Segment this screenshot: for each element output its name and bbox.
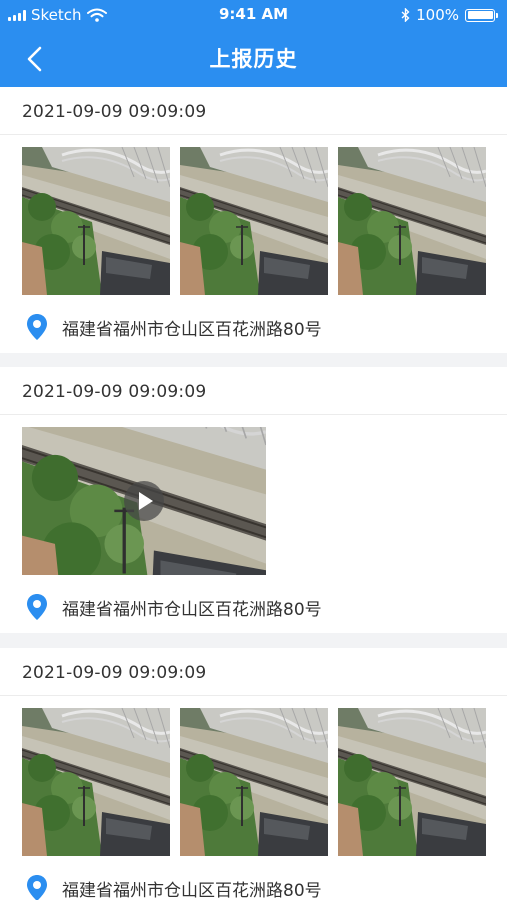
- report-photo[interactable]: [338, 708, 486, 856]
- report-video[interactable]: [22, 427, 266, 575]
- report-photo[interactable]: [338, 147, 486, 295]
- app-header: Sketch 9:41 AM 100% 上报历史: [0, 0, 507, 87]
- page-title: 上报历史: [209, 47, 298, 71]
- battery-group: 100%: [401, 6, 498, 24]
- report-photo[interactable]: [180, 708, 328, 856]
- report-location: 福建省福州市仓山区百花洲路80号: [26, 313, 322, 341]
- report-card[interactable]: 2021-09-09 09:09:09 福建省福州市仓山区百花洲路80号: [0, 87, 507, 353]
- location-pin-icon: [27, 594, 47, 620]
- nav-bar: 上报历史: [0, 30, 507, 87]
- bluetooth-icon: [401, 8, 410, 22]
- report-card[interactable]: 2021-09-09 09:09:09 福建省福州市仓山区百花洲路80号: [0, 367, 507, 633]
- battery-percent: 100%: [416, 6, 459, 24]
- report-photo[interactable]: [180, 147, 328, 295]
- location-pin-icon: [27, 875, 47, 900]
- battery-icon: [465, 8, 498, 22]
- report-location: 福建省福州市仓山区百花洲路80号: [26, 593, 322, 621]
- location-text: 福建省福州市仓山区百花洲路80号: [62, 319, 322, 340]
- status-bar: Sketch 9:41 AM 100%: [0, 0, 507, 30]
- location-pin-icon: [27, 314, 47, 340]
- report-location: 福建省福州市仓山区百花洲路80号: [26, 874, 322, 900]
- play-icon[interactable]: [124, 481, 164, 521]
- report-time: 2021-09-09 09:09:09: [22, 382, 207, 402]
- card-divider: [0, 134, 507, 135]
- report-photo[interactable]: [22, 147, 170, 295]
- card-divider: [0, 414, 507, 415]
- location-text: 福建省福州市仓山区百花洲路80号: [62, 880, 322, 900]
- report-time: 2021-09-09 09:09:09: [22, 102, 207, 122]
- report-card[interactable]: 2021-09-09 09:09:09 福建省福州市仓山区百花洲路80号: [0, 648, 507, 900]
- report-time: 2021-09-09 09:09:09: [22, 663, 207, 683]
- card-divider: [0, 695, 507, 696]
- location-text: 福建省福州市仓山区百花洲路80号: [62, 599, 322, 620]
- report-photo[interactable]: [22, 708, 170, 856]
